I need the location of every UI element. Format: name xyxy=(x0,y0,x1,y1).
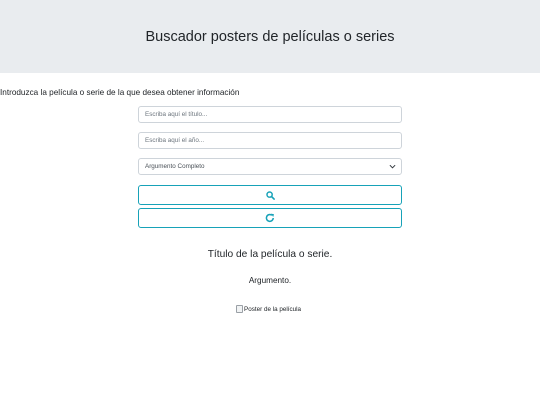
result-argument: Argumento. xyxy=(248,276,292,285)
intro-text: Introduzca la película o serie de la que… xyxy=(0,88,240,97)
poster-alt-text: Poster de la película xyxy=(244,305,302,313)
redo-icon xyxy=(265,213,274,223)
poster-image: Poster de la película xyxy=(236,305,301,313)
title-input[interactable] xyxy=(138,106,402,123)
search-icon xyxy=(265,190,275,200)
page-title: Buscador posters de películas o series xyxy=(145,28,395,45)
search-button[interactable] xyxy=(138,185,402,205)
result-title: Título de la película o serie. xyxy=(207,249,333,260)
year-input[interactable] xyxy=(138,132,402,149)
page-header: Buscador posters de películas o series xyxy=(0,0,540,73)
reset-button[interactable] xyxy=(138,208,402,228)
chevron-down-icon xyxy=(389,164,396,169)
plot-select-value: Argumento Completo xyxy=(145,163,205,170)
broken-image-icon xyxy=(236,305,243,313)
plot-select[interactable]: Argumento Completo xyxy=(138,158,402,175)
